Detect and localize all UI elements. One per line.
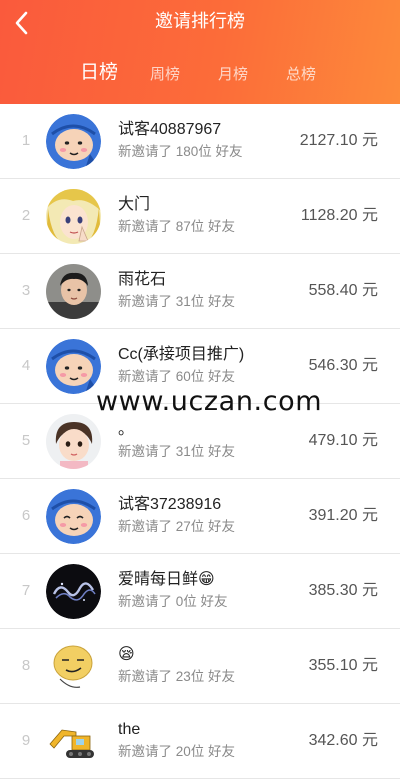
smirk-face-icon xyxy=(46,639,101,694)
ranking-row[interactable]: 2 大门 新邀请了 87位 好友 1128.20 元 xyxy=(0,179,400,254)
ranking-row[interactable]: 3 雨花石 新邀请了 31位 好友 558.40 元 xyxy=(0,254,400,329)
user-name: 爱晴每日鲜😁 xyxy=(118,571,215,588)
rank-number: 7 xyxy=(21,582,31,599)
boy-photo-icon xyxy=(46,264,101,319)
page-title: 邀请排行榜 xyxy=(155,11,245,31)
baby-photo-icon xyxy=(46,414,101,469)
avatar xyxy=(46,489,101,544)
user-name: 。 xyxy=(118,421,135,438)
invite-count: 新邀请了 60位 好友 xyxy=(118,369,236,384)
tab-monthly[interactable]: 月榜 xyxy=(218,62,248,88)
ranking-row[interactable]: 7 爱晴每日鲜😁 新邀请了 0位 好友 385.30 元 xyxy=(0,554,400,629)
user-name: 雨花石 xyxy=(118,271,167,288)
invite-count: 新邀请了 180位 好友 xyxy=(118,144,243,159)
avatar xyxy=(46,564,101,619)
reward-amount: 391.20 元 xyxy=(308,507,378,524)
avatar xyxy=(46,114,101,169)
rank-number: 1 xyxy=(21,132,31,149)
reward-amount: 2127.10 元 xyxy=(299,132,378,149)
dark-sparkle-icon xyxy=(46,564,101,619)
invite-count: 新邀请了 87位 好友 xyxy=(118,219,236,234)
avatar xyxy=(46,189,101,244)
user-name: the xyxy=(118,721,141,738)
reward-amount: 342.60 元 xyxy=(308,732,378,749)
watermark-text: www.uczan.com xyxy=(96,386,323,417)
tab-daily[interactable]: 日榜 xyxy=(80,60,118,86)
avatar xyxy=(46,414,101,469)
header-bar: 邀请排行榜 日榜 周榜 月榜 总榜 xyxy=(0,0,400,104)
anime-girl-icon xyxy=(46,189,101,244)
yellow-excavator-icon xyxy=(46,714,101,769)
invite-count: 新邀请了 0位 好友 xyxy=(118,594,228,609)
user-name: 大门 xyxy=(118,196,151,213)
ranking-list: 1 试客40887967 新邀请了 180位 好友 2127.10 元 2 大门… xyxy=(0,104,400,779)
reward-amount: 385.30 元 xyxy=(308,582,378,599)
blue-hood-cartoon-icon xyxy=(46,489,101,544)
reward-amount: 1128.20 元 xyxy=(300,207,378,224)
rank-number: 2 xyxy=(21,207,31,224)
user-name: 试客40887967 xyxy=(118,121,222,138)
reward-amount: 558.40 元 xyxy=(308,282,378,299)
rank-number: 8 xyxy=(21,657,31,674)
ranking-row[interactable]: 6 试客37238916 新邀请了 27位 好友 391.20 元 xyxy=(0,479,400,554)
ranking-row[interactable]: 8 😪 新邀请了 23位 好友 355.10 元 xyxy=(0,629,400,704)
rank-number: 9 xyxy=(21,732,31,749)
avatar xyxy=(46,264,101,319)
user-name: Cc(承接项目推广) xyxy=(118,346,245,363)
ranking-row[interactable]: 9 the 新邀请了 20位 好友 342.60 元 xyxy=(0,704,400,779)
invite-count: 新邀请了 31位 好友 xyxy=(118,294,236,309)
tab-total[interactable]: 总榜 xyxy=(286,62,316,88)
invite-count: 新邀请了 20位 好友 xyxy=(118,744,236,759)
invite-count: 新邀请了 23位 好友 xyxy=(118,669,236,684)
invite-count: 新邀请了 31位 好友 xyxy=(118,444,236,459)
rank-number: 5 xyxy=(21,432,31,449)
rank-number: 4 xyxy=(21,357,31,374)
rank-number: 6 xyxy=(21,507,31,524)
ranking-row[interactable]: 1 试客40887967 新邀请了 180位 好友 2127.10 元 xyxy=(0,104,400,179)
period-tabs: 日榜 周榜 月榜 总榜 xyxy=(0,60,400,90)
rank-number: 3 xyxy=(21,282,31,299)
invite-count: 新邀请了 27位 好友 xyxy=(118,519,236,534)
reward-amount: 355.10 元 xyxy=(308,657,378,674)
avatar xyxy=(46,639,101,694)
blue-hood-cartoon-icon xyxy=(46,339,101,394)
avatar xyxy=(46,339,101,394)
user-name: 😪 xyxy=(118,646,135,663)
blue-hood-cartoon-icon xyxy=(46,114,101,169)
user-name: 试客37238916 xyxy=(118,496,222,513)
tab-weekly[interactable]: 周榜 xyxy=(150,62,180,88)
avatar xyxy=(46,714,101,769)
